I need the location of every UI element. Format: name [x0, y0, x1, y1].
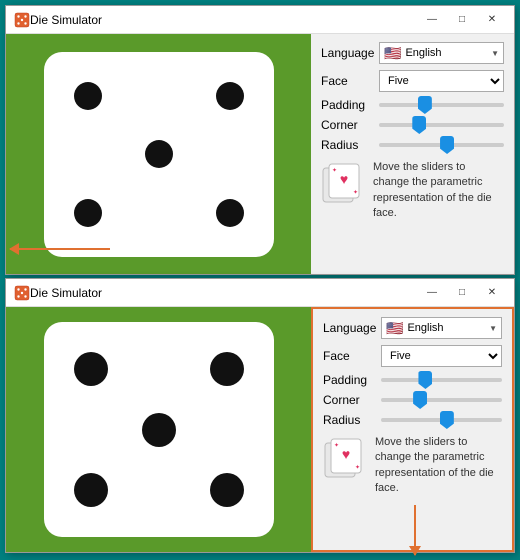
corner-row-top: Corner	[321, 118, 504, 132]
titlebar-controls-bottom: — □ ✕	[418, 283, 506, 303]
padding-row-bottom: Padding	[323, 373, 502, 387]
cards-icon-bottom: ♥ ✦ ✦	[323, 435, 367, 479]
close-button-top[interactable]: ✕	[478, 10, 506, 30]
radius-slider-container-bottom	[381, 418, 502, 422]
maximize-button-top[interactable]: □	[448, 10, 476, 30]
svg-text:♥: ♥	[340, 171, 348, 187]
corner-label-bottom: Corner	[323, 393, 381, 407]
language-select-container-bottom: 🇺🇸 English ▼	[381, 317, 502, 339]
chevron-down-icon-bottom: ▼	[489, 324, 497, 333]
corner-label-top: Corner	[321, 118, 379, 132]
padding-label-top: Padding	[321, 98, 379, 112]
svg-text:✦: ✦	[355, 464, 360, 471]
face-row-top: Face Five	[321, 70, 504, 92]
dot-top-right	[216, 82, 244, 110]
die-face-top	[44, 52, 274, 257]
padding-slider-container-bottom	[381, 378, 502, 382]
die-face-bottom	[44, 322, 274, 537]
dot-center	[145, 140, 173, 168]
face-row-bottom: Face Five	[323, 345, 502, 367]
padding-row-top: Padding	[321, 98, 504, 112]
language-value-bottom: English	[407, 322, 497, 334]
radius-slider-top[interactable]	[379, 143, 504, 147]
minimize-button-top[interactable]: —	[418, 10, 446, 30]
radius-label-top: Radius	[321, 138, 379, 152]
chevron-down-icon-top: ▼	[491, 49, 499, 58]
language-select-bottom[interactable]: 🇺🇸 English ▼	[381, 317, 502, 339]
face-select-container-top: Five	[379, 70, 504, 92]
language-label-top: Language	[321, 46, 379, 60]
language-select-container-top: 🇺🇸 English ▼	[379, 42, 504, 64]
dot-top-left	[74, 82, 102, 110]
window-bottom: Die Simulator — □ ✕ Language	[5, 278, 515, 553]
minimize-button-bottom[interactable]: —	[418, 283, 446, 303]
corner-slider-bottom[interactable]	[381, 398, 502, 402]
language-select-top[interactable]: 🇺🇸 English ▼	[379, 42, 504, 64]
window-content-top: Language 🇺🇸 English ▼ Face Five	[6, 34, 514, 274]
dot-bottom-tr	[210, 352, 244, 386]
flag-icon-top: 🇺🇸	[384, 45, 401, 62]
padding-slider-top[interactable]	[379, 103, 504, 107]
title-bar-top: Die Simulator — □ ✕	[6, 6, 514, 34]
info-section-bottom: ♥ ✦ ✦ Move the sliders to change the par…	[323, 435, 502, 497]
window-content-bottom: Language 🇺🇸 English ▼ Face Five	[6, 307, 514, 552]
dot-bottom-right	[216, 199, 244, 227]
padding-slider-container-top	[379, 103, 504, 107]
face-select-top[interactable]: Five	[379, 70, 504, 92]
maximize-button-bottom[interactable]: □	[448, 283, 476, 303]
language-row-top: Language 🇺🇸 English ▼	[321, 42, 504, 64]
titlebar-controls-top: — □ ✕	[418, 10, 506, 30]
corner-slider-container-top	[379, 123, 504, 127]
dot-bottom-bl	[74, 473, 108, 507]
face-select-bottom[interactable]: Five	[381, 345, 502, 367]
window-title-top: Die Simulator	[30, 13, 418, 27]
right-panel-top: Language 🇺🇸 English ▼ Face Five	[311, 34, 514, 274]
language-row-bottom: Language 🇺🇸 English ▼	[323, 317, 502, 339]
svg-text:✦: ✦	[334, 442, 339, 449]
window-title-bottom: Die Simulator	[30, 286, 418, 300]
bottom-arrow	[414, 505, 416, 555]
die-area-bottom	[6, 307, 311, 552]
info-section-top: ♥ ✦ ✦ Move the sliders to change the par…	[321, 160, 504, 222]
die-area-top	[6, 34, 311, 274]
corner-slider-container-bottom	[381, 398, 502, 402]
left-arrow	[10, 248, 110, 250]
app-icon-top	[14, 12, 30, 28]
right-panel-bottom: Language 🇺🇸 English ▼ Face Five	[311, 307, 514, 552]
svg-text:♥: ♥	[342, 446, 350, 462]
corner-slider-top[interactable]	[379, 123, 504, 127]
corner-row-bottom: Corner	[323, 393, 502, 407]
padding-slider-bottom[interactable]	[381, 378, 502, 382]
radius-label-bottom: Radius	[323, 413, 381, 427]
svg-text:✦: ✦	[353, 189, 358, 196]
padding-label-bottom: Padding	[323, 373, 381, 387]
radius-row-top: Radius	[321, 138, 504, 152]
app-icon-bottom	[14, 285, 30, 301]
cards-icon-top: ♥ ✦ ✦	[321, 160, 365, 204]
face-label-bottom: Face	[323, 349, 381, 363]
language-label-bottom: Language	[323, 321, 381, 335]
info-text-top: Move the sliders to change the parametri…	[373, 160, 504, 222]
radius-slider-bottom[interactable]	[381, 418, 502, 422]
window-top: Die Simulator — □ ✕ Language	[5, 5, 515, 275]
dot-bottom-c	[142, 413, 176, 447]
title-bar-bottom: Die Simulator — □ ✕	[6, 279, 514, 307]
face-select-container-bottom: Five	[381, 345, 502, 367]
info-text-bottom: Move the sliders to change the parametri…	[375, 435, 502, 497]
svg-text:✦: ✦	[332, 167, 337, 174]
dot-bottom-br	[210, 473, 244, 507]
face-label-top: Face	[321, 74, 379, 88]
close-button-bottom[interactable]: ✕	[478, 283, 506, 303]
dot-bottom-tl	[74, 352, 108, 386]
flag-icon-bottom: 🇺🇸	[386, 320, 403, 337]
radius-slider-container-top	[379, 143, 504, 147]
radius-row-bottom: Radius	[323, 413, 502, 427]
dot-bottom-left	[74, 199, 102, 227]
language-value-top: English	[405, 47, 499, 59]
